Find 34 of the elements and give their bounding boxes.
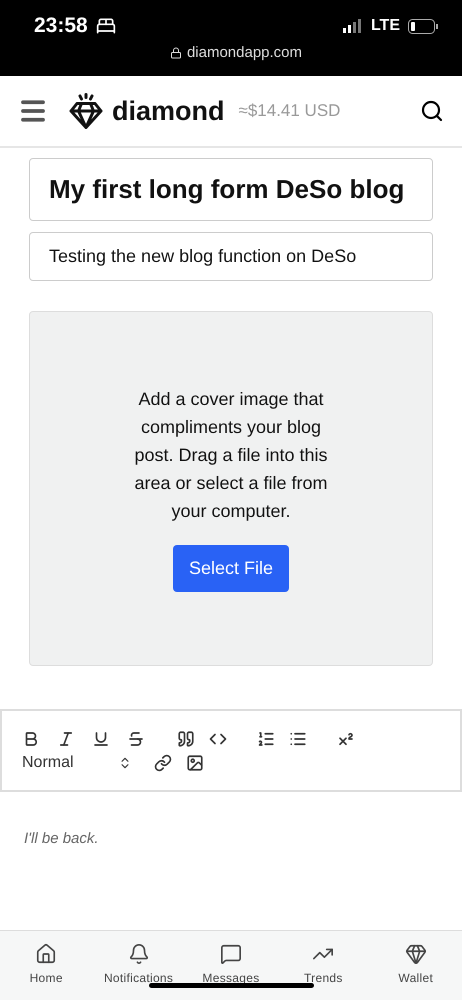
subtitle-field[interactable]: Testing the new blog function on DeSo: [29, 232, 433, 281]
title-field[interactable]: My first long form DeSo blog: [29, 158, 433, 221]
nav-item[interactable]: Wallet: [372, 943, 459, 1000]
url-text: diamondapp.com: [186, 44, 302, 61]
signal-icon: [342, 19, 363, 33]
gem-icon: [404, 943, 427, 965]
home-icon: [35, 943, 58, 965]
clock: 23:58: [34, 14, 88, 38]
format-select[interactable]: Normal: [22, 754, 132, 772]
network-label: LTE: [370, 17, 400, 35]
cover-drop-area[interactable]: Add a cover image that compliments your blog post. Drag a file into this area or select a file from your computer. Select File: [29, 311, 433, 666]
cover-prompt: Add a cover image that compliments your blog post. Drag a file into this area or select a file from your computer.: [133, 388, 329, 523]
underline-icon[interactable]: [92, 730, 110, 748]
ordered-list-icon[interactable]: [257, 730, 275, 748]
italic-icon[interactable]: [57, 730, 75, 748]
search-icon[interactable]: [420, 99, 444, 123]
strikethrough-icon[interactable]: [127, 730, 145, 748]
select-file-button[interactable]: Select File: [172, 545, 290, 592]
bell-icon: [128, 943, 150, 965]
nav-item[interactable]: Notifications: [96, 943, 182, 1000]
gem-logo-icon: [68, 93, 104, 129]
chat-bubble-icon: [220, 943, 242, 965]
quote-icon[interactable]: [177, 730, 195, 748]
editor-body-text: I'll be back.: [24, 830, 100, 847]
nav-item[interactable]: Trends: [280, 943, 366, 1000]
image-icon[interactable]: [186, 754, 204, 772]
bed-icon: [96, 16, 116, 36]
brand-name: diamond: [112, 96, 224, 126]
nav-item[interactable]: Messages: [188, 943, 274, 1000]
lock-icon: [170, 46, 182, 58]
battery-icon: [408, 18, 438, 34]
link-icon[interactable]: [154, 754, 172, 772]
balance-text: ≈$14.41 USD: [238, 101, 342, 121]
nav-item[interactable]: Home: [3, 943, 90, 1000]
